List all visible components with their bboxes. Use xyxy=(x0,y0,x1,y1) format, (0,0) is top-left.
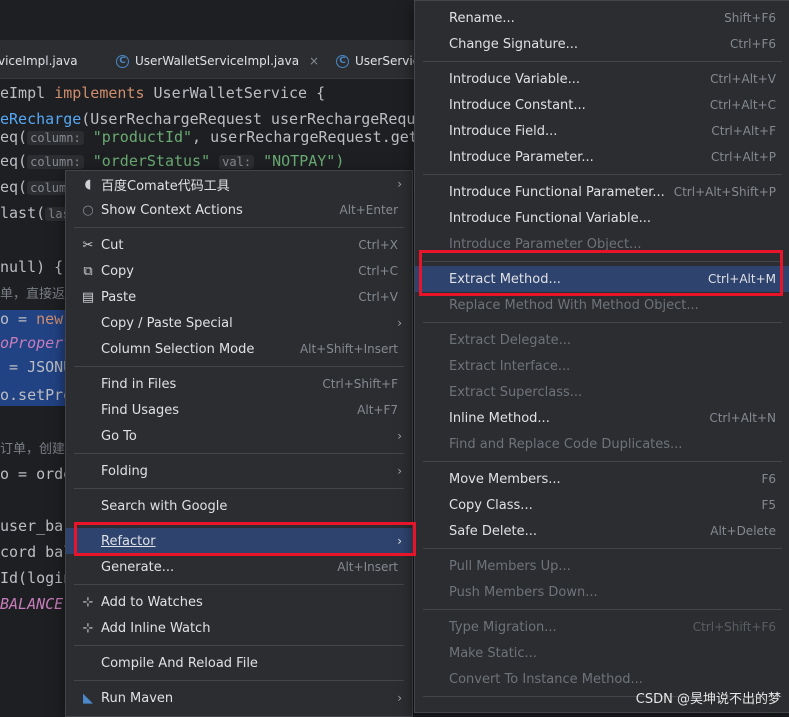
menu-item-find-in-files[interactable]: Find in Files Ctrl+Shift+F xyxy=(66,371,412,397)
menu-item-pull-members-up[interactable]: Pull Members Up... xyxy=(415,553,789,579)
code-line: last(las xyxy=(0,204,73,228)
code-line: oPropert xyxy=(0,334,73,352)
menu-item-find-replace-duplicates[interactable]: Find and Replace Code Duplicates... xyxy=(415,431,789,457)
copy-icon: ⧉ xyxy=(83,263,93,279)
menu-item-extract-interface[interactable]: Extract Interface... xyxy=(415,353,789,379)
context-menu: ◖ 百度Comate代码工具 › ○ Show Context Actions … xyxy=(65,170,413,717)
menu-item-find-usages[interactable]: Find Usages Alt+F7 xyxy=(66,397,412,423)
menu-item-introduce-field[interactable]: Introduce Field... Ctrl+Alt+F xyxy=(415,118,789,144)
menu-item-go-to[interactable]: Go To › xyxy=(66,423,412,449)
tab-service-impl[interactable]: viceImpl.java xyxy=(0,50,78,72)
menu-item-copy-paste-special[interactable]: Copy / Paste Special › xyxy=(66,310,412,336)
menu-item-extract-delegate[interactable]: Extract Delegate... xyxy=(415,327,789,353)
code-line: o.setPro xyxy=(0,386,73,404)
menu-item-add-inline-watch[interactable]: ⊹ Add Inline Watch xyxy=(66,615,412,641)
menu-item-introduce-functional-variable[interactable]: Introduce Functional Variable... xyxy=(415,205,789,231)
menu-item-cut[interactable]: ✂ Cut Ctrl+X xyxy=(66,232,412,258)
menu-item-introduce-constant[interactable]: Introduce Constant... Ctrl+Alt+C xyxy=(415,92,789,118)
menu-item-paste[interactable]: ▤ Paste Ctrl+V xyxy=(66,284,412,310)
code-line: eImpl implements UserWalletService { xyxy=(0,84,326,102)
close-icon[interactable]: × xyxy=(309,54,319,68)
chevron-right-icon: › xyxy=(397,177,402,191)
menu-item-run-maven[interactable]: ◣ Run Maven › xyxy=(66,685,412,711)
code-line: o = orde xyxy=(0,465,73,483)
code-line: cord bal xyxy=(0,543,73,561)
code-line: null) { xyxy=(0,258,64,276)
menu-item-move-members[interactable]: Move Members... F6 xyxy=(415,466,789,492)
menu-item-column-selection-mode[interactable]: Column Selection Mode Alt+Shift+Insert xyxy=(66,336,412,362)
code-line: BALANCE xyxy=(0,595,64,613)
code-line: eq(colum xyxy=(0,178,70,202)
code-line: 单，直接返 xyxy=(0,287,66,302)
code-line: o = new xyxy=(0,310,64,328)
menu-item-comate[interactable]: ◖ 百度Comate代码工具 › xyxy=(66,171,412,197)
menu-item-introduce-parameter[interactable]: Introduce Parameter... Ctrl+Alt+P xyxy=(415,144,789,170)
watch-add-icon: ⊹ xyxy=(82,594,94,610)
menu-item-search-with-google[interactable]: Search with Google xyxy=(66,493,412,519)
paste-icon: ▤ xyxy=(81,289,95,305)
menu-item-show-context-actions[interactable]: ○ Show Context Actions Alt+Enter xyxy=(66,197,412,223)
menu-item-inline-method[interactable]: Inline Method... Ctrl+Alt+N xyxy=(415,405,789,431)
chevron-right-icon: › xyxy=(397,691,402,705)
menu-item-compile-and-reload[interactable]: Compile And Reload File xyxy=(66,650,412,676)
menu-item-introduce-functional-parameter[interactable]: Introduce Functional Parameter... Ctrl+A… xyxy=(415,179,789,205)
chevron-right-icon: › xyxy=(397,316,402,330)
menu-item-change-signature[interactable]: Change Signature... Ctrl+F6 xyxy=(415,31,789,57)
menu-item-add-to-watches[interactable]: ⊹ Add to Watches xyxy=(66,589,412,615)
maven-icon: ◣ xyxy=(83,690,93,706)
tab-label: viceImpl.java xyxy=(0,54,78,68)
editor-tab-bar: viceImpl.java C UserWalletServiceImpl.ja… xyxy=(0,40,430,83)
scissors-icon: ✂ xyxy=(82,237,94,253)
menu-item-make-static[interactable]: Make Static... xyxy=(415,640,789,666)
tab-user-wallet-service-impl[interactable]: C UserWalletServiceImpl.java × xyxy=(111,50,324,83)
code-line: eq(column: "productId", userRechargeRequ… xyxy=(0,128,418,146)
menu-item-copy-class[interactable]: Copy Class... F5 xyxy=(415,492,789,518)
code-line: = JSONU xyxy=(0,358,73,376)
menu-item-safe-delete[interactable]: Safe Delete... Alt+Delete xyxy=(415,518,789,544)
menu-item-rename[interactable]: Rename... Shift+F6 xyxy=(415,5,789,31)
menu-item-type-migration[interactable]: Type Migration... Ctrl+Shift+F6 xyxy=(415,614,789,640)
refactor-highlight-box xyxy=(74,522,416,556)
code-line: 订单，创建 xyxy=(0,442,66,457)
extract-method-highlight-box xyxy=(419,250,783,296)
menu-item-extract-superclass[interactable]: Extract Superclass... xyxy=(415,379,789,405)
menu-item-generate[interactable]: Generate... Alt+Insert xyxy=(66,554,412,580)
class-icon: C xyxy=(336,54,349,68)
watermark: CSDN @昊坤说不出的梦 xyxy=(635,692,781,707)
class-icon: C xyxy=(116,54,129,68)
tab-label: UserWalletServiceImpl.java xyxy=(135,54,300,68)
code-line: Id(login xyxy=(0,569,73,587)
menu-item-introduce-variable[interactable]: Introduce Variable... Ctrl+Alt+V xyxy=(415,66,789,92)
chevron-right-icon: › xyxy=(397,429,402,443)
watch-add-icon: ⊹ xyxy=(82,620,94,636)
refactor-submenu: Rename... Shift+F6 Change Signature... C… xyxy=(414,0,789,713)
menu-item-push-members-down[interactable]: Push Members Down... xyxy=(415,579,789,605)
tab-user-service[interactable]: C UserServic xyxy=(336,50,419,72)
comate-icon: ◖ xyxy=(84,176,92,192)
menu-item-copy[interactable]: ⧉ Copy Ctrl+C xyxy=(66,258,412,284)
chevron-right-icon: › xyxy=(397,464,402,478)
tab-label: UserServic xyxy=(355,54,420,68)
menu-item-folding[interactable]: Folding › xyxy=(66,458,412,484)
bulb-icon: ○ xyxy=(82,202,94,218)
code-line: user_ba xyxy=(0,517,64,535)
